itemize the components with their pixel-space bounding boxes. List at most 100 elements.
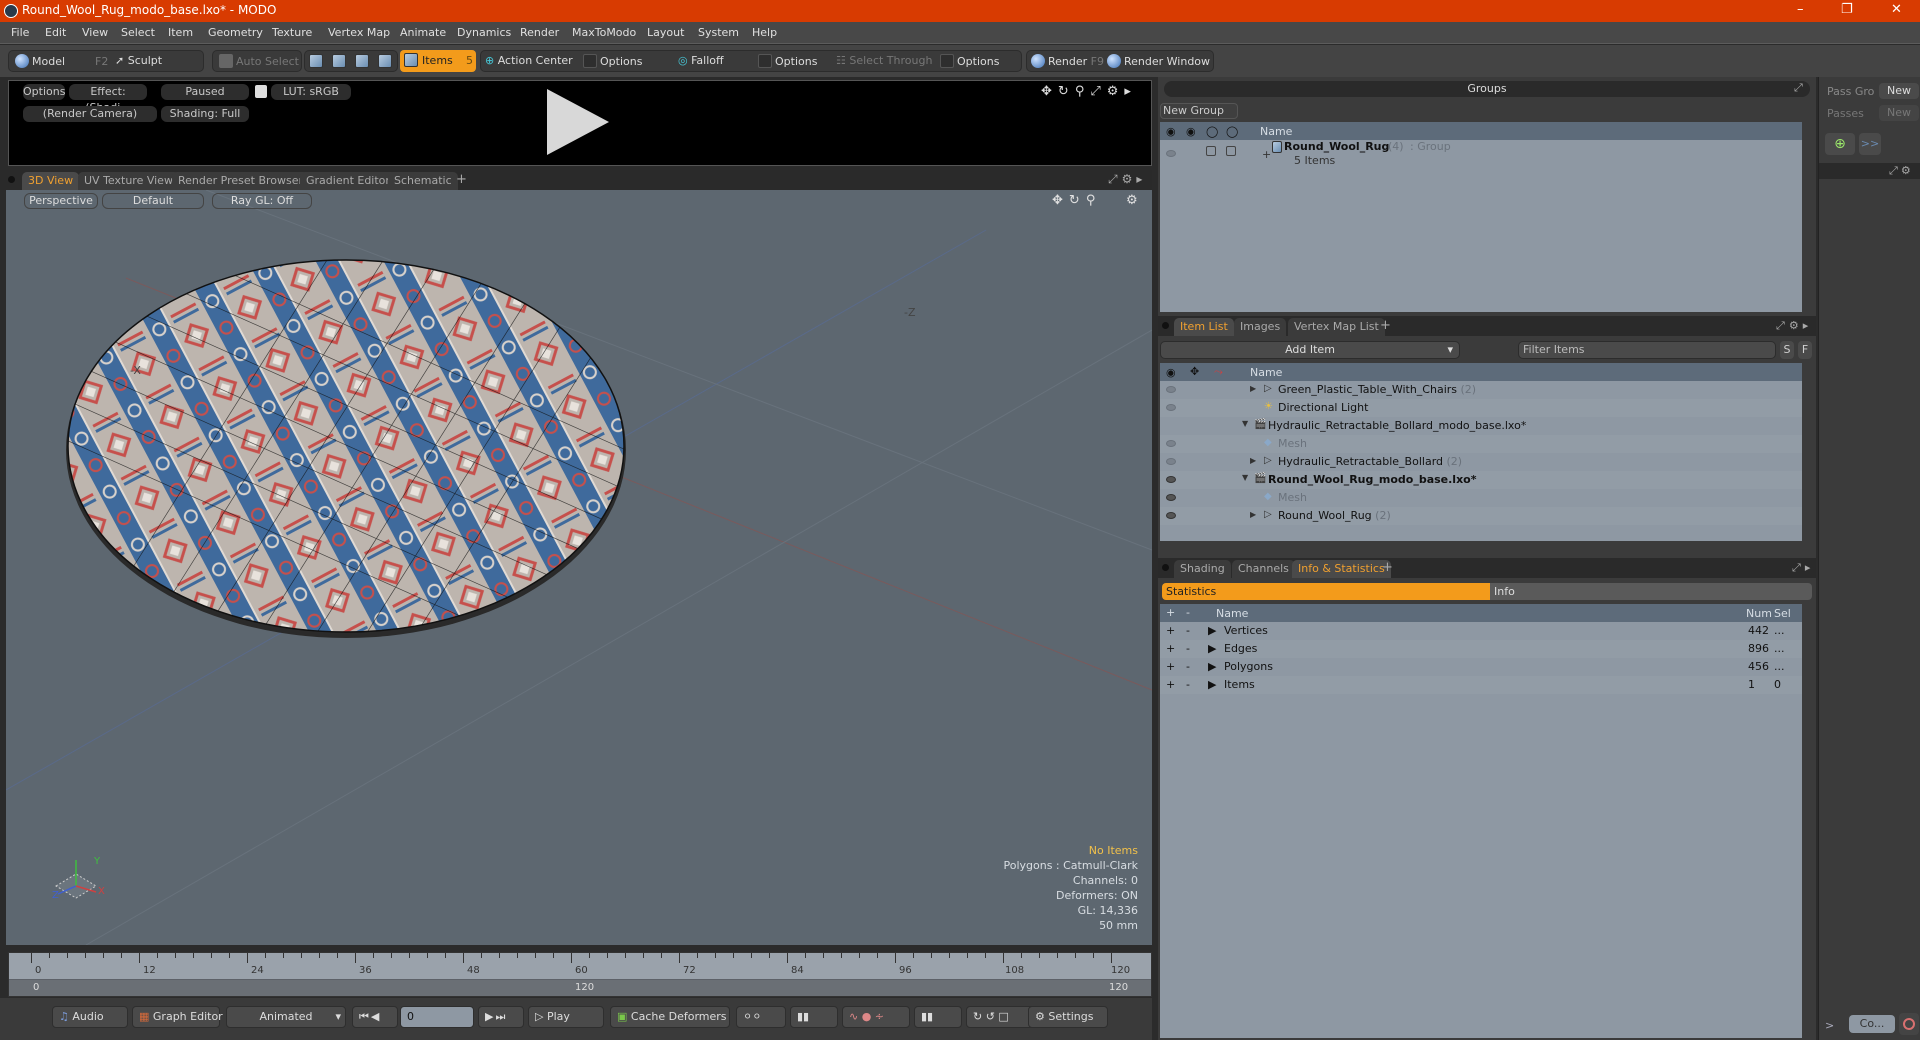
skip-start-icon[interactable]: ⏮ <box>359 1010 371 1023</box>
statistics-row[interactable]: + - ▶ Items 1 0 <box>1160 676 1802 694</box>
timeline-ruler[interactable]: 0 12 24 36 48 60 72 84 96 108 120 <box>9 953 1151 979</box>
menu-geometry[interactable]: Geometry <box>208 26 263 39</box>
rotate-icon[interactable]: ↻ <box>1069 193 1086 208</box>
item-list-row[interactable]: ▶ ▷ Hydraulic_Retractable_Bollard (2) <box>1160 453 1802 471</box>
menu-dynamics[interactable]: Dynamics <box>457 26 511 39</box>
menu-help[interactable]: Help <box>752 26 777 39</box>
visibility-eye-icon[interactable] <box>1166 494 1176 501</box>
lock-checkbox[interactable] <box>1206 146 1216 156</box>
gear-icon[interactable]: ⚙ <box>1122 172 1137 186</box>
add-item-dropdown[interactable]: Add Item ▾ <box>1160 341 1460 359</box>
item-list-row[interactable]: ▼ 🎬 Round_Wool_Rug_modo_base.lxo* <box>1160 471 1802 489</box>
visibility-eye-icon[interactable] <box>1166 512 1176 519</box>
falloff-options-button[interactable]: Options <box>758 54 817 68</box>
auto-select-button[interactable]: Auto Select <box>219 54 299 68</box>
tab-images[interactable]: Images <box>1234 318 1287 336</box>
itemlist-name-column[interactable]: Name <box>1250 366 1282 379</box>
key-nav-tools[interactable]: ▮▮ <box>790 1006 838 1028</box>
default-style-dropdown[interactable]: Default <box>102 193 204 209</box>
raygl-dropdown[interactable]: Ray GL: Off <box>212 193 312 209</box>
tab-schematic[interactable]: Schematic <box>388 172 458 190</box>
expand-arrow-icon[interactable]: ▶ <box>1250 510 1256 519</box>
select-checkbox[interactable] <box>1226 146 1236 156</box>
menu-maxtomodo[interactable]: MaxToModo <box>572 26 636 39</box>
graph-editor-button[interactable]: ▦ Graph Editor <box>132 1006 223 1028</box>
transform-col-icon[interactable]: ✥ <box>1190 365 1199 378</box>
zoom-icon[interactable]: ⚲ <box>1075 84 1091 99</box>
item-list-row[interactable]: ◆ Mesh <box>1160 435 1802 453</box>
visibility-col-icon[interactable]: ◉ <box>1166 125 1176 138</box>
expand-arrow-icon[interactable]: ▶ <box>1208 660 1216 673</box>
info-subtab[interactable]: Info <box>1490 583 1812 600</box>
cache-deformers-button[interactable]: ▣ Cache Deformers <box>610 1006 730 1028</box>
menu-edit[interactable]: Edit <box>45 26 66 39</box>
add-tab-button[interactable]: + <box>1382 560 1393 575</box>
tab-channels[interactable]: Channels <box>1232 560 1295 578</box>
expand-arrow-icon[interactable]: ▶ <box>1208 642 1216 655</box>
action-center-button[interactable]: ⊕ Action Center <box>485 54 573 67</box>
group-row[interactable]: + Round_Wool_Rug (4) : Group 5 Items <box>1160 140 1802 174</box>
key-nav-icon[interactable]: ▮▮ <box>797 1010 809 1023</box>
expand-button[interactable]: + <box>1166 660 1175 673</box>
tab-shading[interactable]: Shading <box>1174 560 1231 578</box>
lock-col-icon[interactable]: ◯ <box>1206 125 1218 138</box>
collapse-button[interactable]: - <box>1186 624 1190 637</box>
render-window-button[interactable]: Render Window <box>1107 54 1210 68</box>
expand-arrow-icon[interactable]: ▶ <box>1208 624 1216 637</box>
new-pass-group-button[interactable]: New <box>1879 83 1919 99</box>
preview-options-button[interactable]: Options <box>23 84 65 100</box>
select-col-icon[interactable]: ◯ <box>1226 125 1238 138</box>
camera-dropdown[interactable]: (Render Camera) <box>23 106 157 122</box>
vertices-mode-icon[interactable] <box>309 54 323 68</box>
render-button[interactable]: Render F9 <box>1031 54 1104 68</box>
collapse-arrow-icon[interactable]: ▼ <box>1242 473 1248 482</box>
restore-button[interactable]: ❐ <box>1841 2 1853 17</box>
effect-dropdown[interactable]: Effect: (Shadi... <box>69 84 147 114</box>
visibility-eye-icon[interactable] <box>1166 476 1176 483</box>
settings-button[interactable]: ⚙ Settings <box>1028 1006 1108 1028</box>
timeline-range-bar[interactable]: 0 120 120 <box>9 980 1151 996</box>
falloff-button[interactable]: ◎ Falloff <box>678 54 724 67</box>
gear-icon[interactable]: ⚙ <box>1107 84 1125 99</box>
expand-arrow-icon[interactable]: ▶ <box>1250 384 1256 393</box>
expand-button[interactable]: + <box>1166 624 1175 637</box>
maximize-icon[interactable]: ⤢ <box>1889 164 1901 177</box>
items-mode-button[interactable]: Items 5 <box>400 50 476 72</box>
loop-icon[interactable]: ↻ ↺ □ <box>973 1010 1009 1023</box>
arrow-right-icon[interactable]: ▸ <box>1124 84 1137 99</box>
3d-viewport[interactable]: Perspective Default Ray GL: Off -X -Z Y … <box>6 190 1152 945</box>
add-tab-button[interactable]: + <box>1380 318 1391 333</box>
command-input[interactable]: Co... <box>1849 1015 1895 1033</box>
visibility-col-icon[interactable]: ◉ <box>1166 366 1176 379</box>
s-filter-button[interactable]: S <box>1780 341 1794 359</box>
filter-items-input[interactable]: Filter Items <box>1518 341 1776 359</box>
arrow-right-icon[interactable]: ▸ <box>1803 319 1813 332</box>
item-list-row[interactable]: ▼ 🎬 Hydraulic_Retractable_Bollard_modo_bas… <box>1160 417 1802 435</box>
expand-arrow-icon[interactable]: ▶ <box>1250 456 1256 465</box>
expand-all-col[interactable]: + <box>1166 606 1175 619</box>
keyframe-tools[interactable]: ⚪⚪ <box>736 1006 786 1028</box>
visibility-eye-icon[interactable] <box>1166 458 1176 465</box>
item-list-row[interactable]: ☀ Directional Light <box>1160 399 1802 417</box>
item-list-row[interactable]: ▶ ▷ Round_Wool_Rug (2) <box>1160 507 1802 525</box>
menu-select[interactable]: Select <box>121 26 155 39</box>
groups-name-column[interactable]: Name <box>1260 125 1292 138</box>
add-tab-button[interactable]: + <box>456 172 467 187</box>
step-back-icon[interactable]: ◀ <box>371 1010 381 1023</box>
expand-button[interactable]: + <box>1166 642 1175 655</box>
tab-3d-view[interactable]: 3D View <box>22 172 80 190</box>
statistics-row[interactable]: + - ▶ Vertices 442... <box>1160 622 1802 640</box>
lut-dropdown[interactable]: LUT: sRGB <box>271 84 351 100</box>
frame-input[interactable]: 0 <box>400 1006 474 1028</box>
collapse-all-col[interactable]: - <box>1186 606 1190 619</box>
rotate-icon[interactable]: ↻ <box>1058 84 1075 99</box>
tab-gradient-editor[interactable]: Gradient Editor <box>300 172 396 190</box>
menu-render[interactable]: Render <box>520 26 559 39</box>
menu-vertex-map[interactable]: Vertex Map <box>328 26 390 39</box>
model-button[interactable]: Model F2 <box>15 54 108 68</box>
stats-num-column[interactable]: Num <box>1746 607 1772 620</box>
select-through-button[interactable]: ☷ Select Through <box>836 54 932 67</box>
play-button[interactable]: ▷ Play <box>528 1006 604 1028</box>
timeline[interactable]: 0 12 24 36 48 60 72 84 96 108 120 0 120 … <box>8 952 1152 997</box>
expand-icon[interactable]: + <box>1262 148 1271 161</box>
